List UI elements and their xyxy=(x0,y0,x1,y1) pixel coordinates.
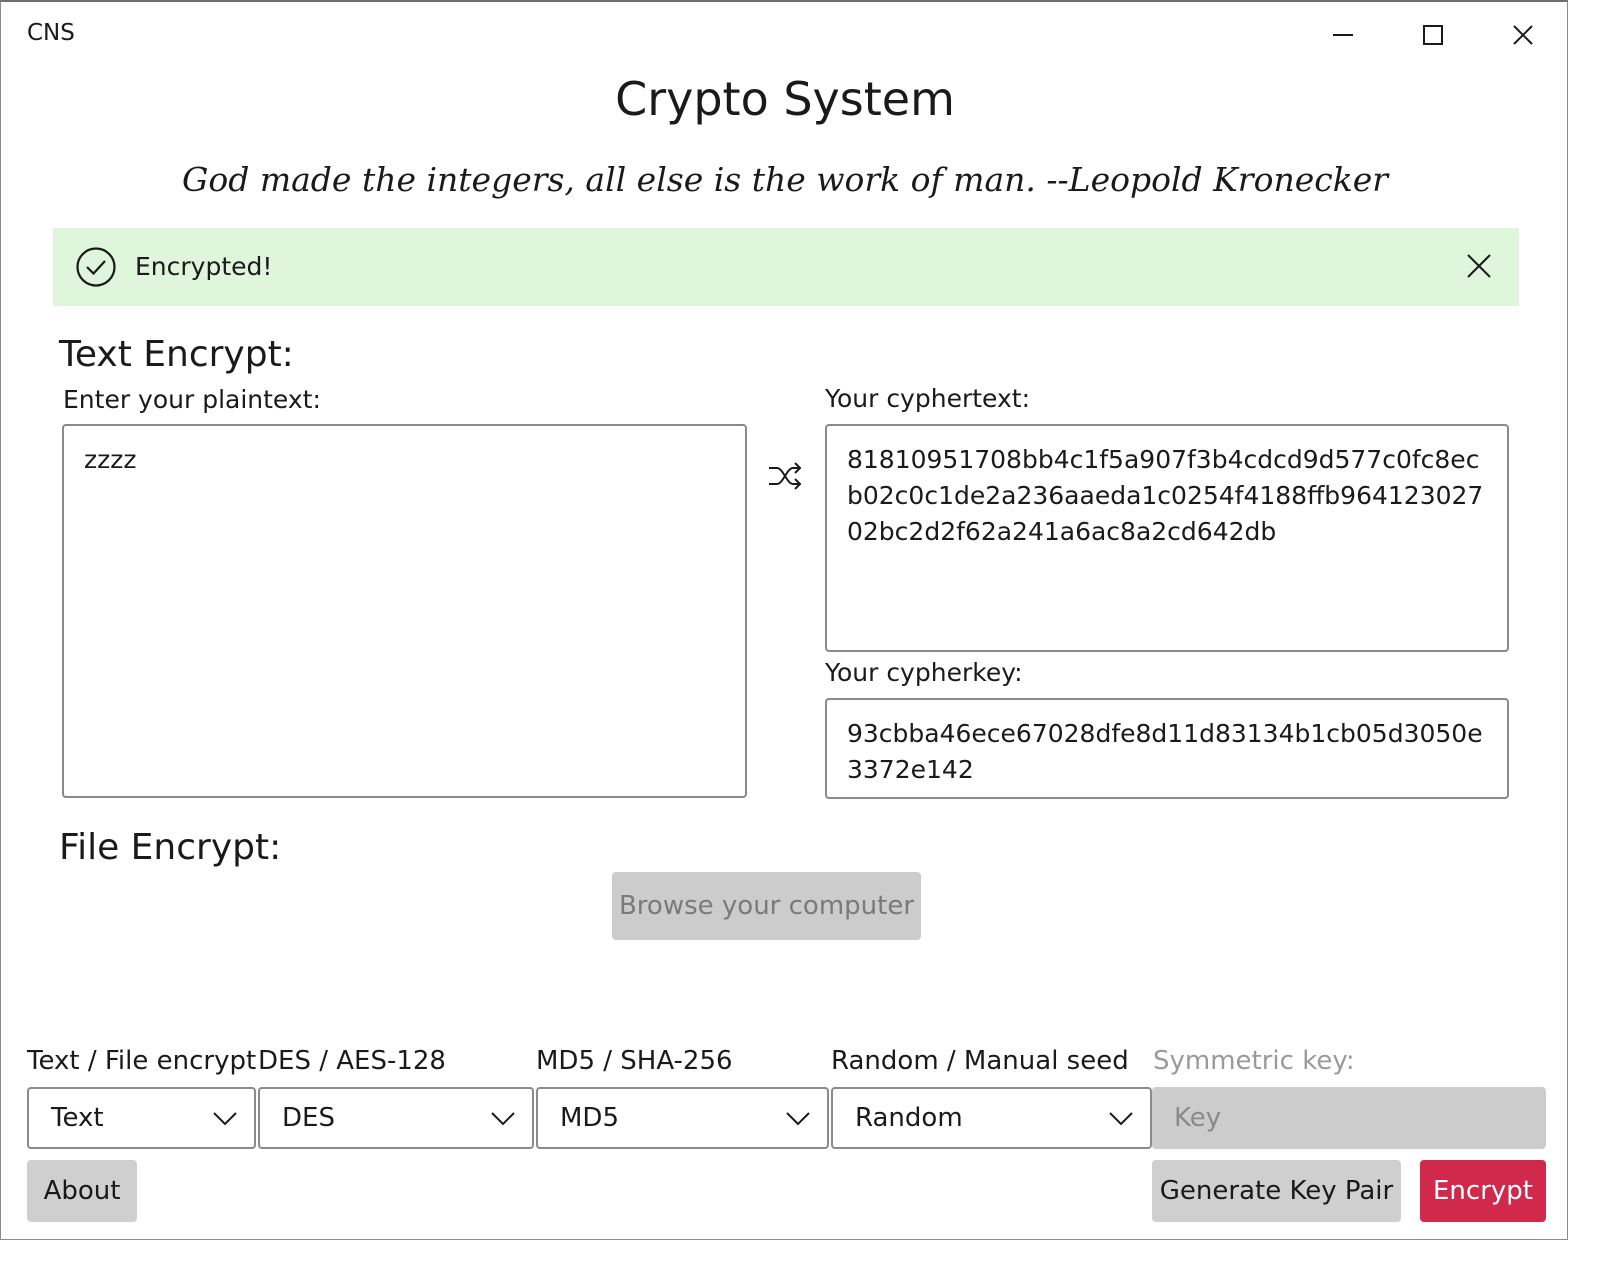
cipher-select[interactable]: DES xyxy=(258,1087,534,1149)
encrypt-button[interactable]: Encrypt xyxy=(1420,1160,1546,1222)
symmetric-key-placeholder: Key xyxy=(1174,1103,1222,1133)
cipher-select-value: DES xyxy=(282,1103,335,1133)
maximize-icon xyxy=(1423,25,1443,45)
chevron-down-icon xyxy=(786,1112,810,1126)
file-encrypt-title: File Encrypt: xyxy=(59,827,282,868)
seed-label: Random / Manual seed xyxy=(831,1046,1129,1076)
page-title: Crypto System xyxy=(615,72,955,126)
plaintext-label: Enter your plaintext: xyxy=(63,385,321,414)
cypherkey-label: Your cypherkey: xyxy=(825,658,1023,687)
mode-select-value: Text xyxy=(51,1103,104,1133)
cipher-label: DES / AES-128 xyxy=(258,1046,446,1076)
chevron-down-icon xyxy=(213,1112,237,1126)
quote-text: God made the integers, all else is the w… xyxy=(181,160,1389,199)
window-title: CNS xyxy=(27,20,75,46)
browse-button[interactable]: Browse your computer xyxy=(612,872,921,940)
plaintext-input[interactable]: zzzz xyxy=(62,424,747,798)
shuffle-icon xyxy=(769,462,802,490)
generate-key-pair-button[interactable]: Generate Key Pair xyxy=(1152,1160,1401,1222)
symmetric-key-input[interactable]: Key xyxy=(1152,1087,1546,1149)
symmetric-key-label: Symmetric key: xyxy=(1153,1046,1355,1076)
seed-select[interactable]: Random xyxy=(831,1087,1152,1149)
mode-select[interactable]: Text xyxy=(27,1087,256,1149)
mode-label: Text / File encrypt xyxy=(27,1046,257,1076)
chevron-down-icon xyxy=(1109,1112,1133,1126)
minimize-button[interactable] xyxy=(1313,12,1373,58)
check-circle-icon xyxy=(76,247,116,287)
infobar-close-button[interactable] xyxy=(1461,248,1497,284)
success-infobar: Encrypted! xyxy=(53,228,1519,306)
chevron-down-icon xyxy=(491,1112,515,1126)
close-icon xyxy=(1513,25,1533,45)
hash-label: MD5 / SHA-256 xyxy=(536,1046,733,1076)
app-window: CNS Crypto System God made the integers,… xyxy=(0,0,1568,1240)
cyphertext-label: Your cyphertext: xyxy=(825,384,1030,413)
hash-select-value: MD5 xyxy=(560,1103,619,1133)
maximize-button[interactable] xyxy=(1403,12,1463,58)
close-window-button[interactable] xyxy=(1493,12,1553,58)
text-encrypt-title: Text Encrypt: xyxy=(59,334,294,375)
close-icon xyxy=(1467,254,1491,278)
title-bar: CNS xyxy=(1,2,1567,64)
cypherkey-output[interactable]: 93cbba46ece67028dfe8d11d83134b1cb05d3050… xyxy=(825,698,1509,799)
cyphertext-output[interactable]: 81810951708bb4c1f5a907f3b4cdcd9d577c0fc8… xyxy=(825,424,1509,652)
minimize-icon xyxy=(1333,34,1353,36)
about-button[interactable]: About xyxy=(27,1160,137,1222)
hash-select[interactable]: MD5 xyxy=(536,1087,829,1149)
infobar-message: Encrypted! xyxy=(135,252,273,281)
seed-select-value: Random xyxy=(855,1103,963,1133)
